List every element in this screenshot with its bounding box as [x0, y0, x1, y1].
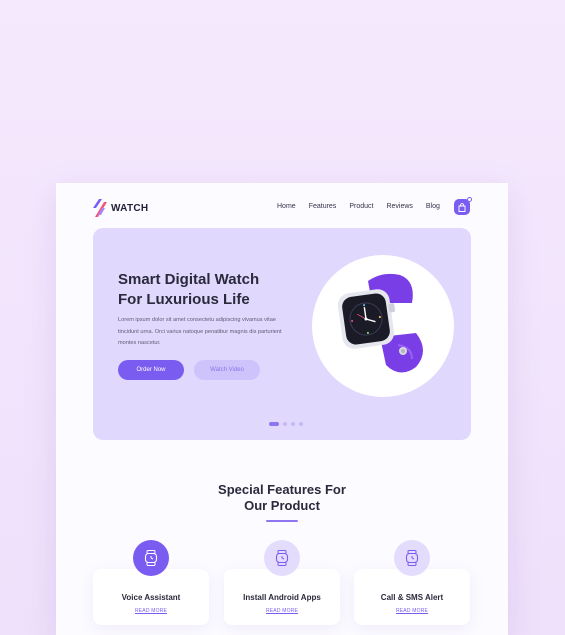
shopping-bag-icon	[458, 202, 466, 212]
carousel-dot-4[interactable]	[299, 422, 303, 426]
features-title: Special Features For Our Product	[56, 482, 508, 514]
order-now-button[interactable]: Order Now	[118, 360, 184, 380]
feature-card-title: Voice Assistant	[121, 593, 181, 602]
main-nav: Home Features Product Reviews Blog	[277, 203, 453, 210]
watch-video-button[interactable]: Watch Video	[194, 360, 260, 380]
nav-reviews[interactable]: Reviews	[386, 203, 412, 210]
hero-title-line2: For Luxurious Life	[118, 291, 250, 308]
hero-banner: Smart Digital Watch For Luxurious Life L…	[93, 228, 471, 440]
carousel-dots	[269, 422, 307, 426]
feature-icon-badge	[133, 540, 169, 576]
nav-features[interactable]: Features	[309, 203, 337, 210]
logo[interactable]: WATCH	[93, 199, 148, 217]
feature-icon-badge	[394, 540, 430, 576]
cart-button[interactable]	[454, 197, 472, 215]
nav-blog[interactable]: Blog	[426, 203, 440, 210]
title-underline	[266, 520, 298, 522]
product-image	[312, 255, 454, 397]
carousel-dot-1[interactable]	[269, 422, 279, 426]
feature-card-call-sms-alert[interactable]: Call & SMS Alert READ MORE	[354, 569, 470, 625]
hero-title-line1: Smart Digital Watch	[118, 271, 260, 288]
feature-card-voice-assistant[interactable]: Voice Assistant READ MORE	[93, 569, 209, 625]
carousel-dot-2[interactable]	[283, 422, 287, 426]
nav-home[interactable]: Home	[277, 203, 296, 210]
read-more-link[interactable]: READ MORE	[93, 608, 209, 614]
smartwatch-icon	[337, 273, 423, 373]
carousel-dot-3[interactable]	[291, 422, 295, 426]
logo-mark-icon	[93, 199, 107, 217]
read-more-link[interactable]: READ MORE	[354, 608, 470, 614]
feature-card-install-android-apps[interactable]: Install Android Apps READ MORE	[224, 569, 340, 625]
cart-badge	[467, 197, 472, 202]
logo-text: WATCH	[111, 202, 149, 214]
watch-icon	[275, 550, 289, 566]
hero-description: Lorem ipsum dolor sit amet consectetu ad…	[118, 317, 282, 346]
hero-title: Smart Digital Watch For Luxurious Life	[118, 270, 293, 310]
landing-page: WATCH Home Features Product Reviews Blog…	[56, 183, 508, 635]
header: WATCH Home Features Product Reviews Blog	[56, 183, 508, 231]
nav-product[interactable]: Product	[349, 203, 373, 210]
feature-icon-badge	[264, 540, 300, 576]
features-title-line2: Our Product	[244, 498, 320, 513]
features-title-line1: Special Features For	[218, 482, 346, 497]
watch-icon	[405, 550, 419, 566]
read-more-link[interactable]: READ MORE	[224, 608, 340, 614]
feature-card-title: Call & SMS Alert	[380, 593, 444, 602]
feature-card-title: Install Android Apps	[243, 593, 321, 602]
watch-icon	[144, 550, 158, 566]
